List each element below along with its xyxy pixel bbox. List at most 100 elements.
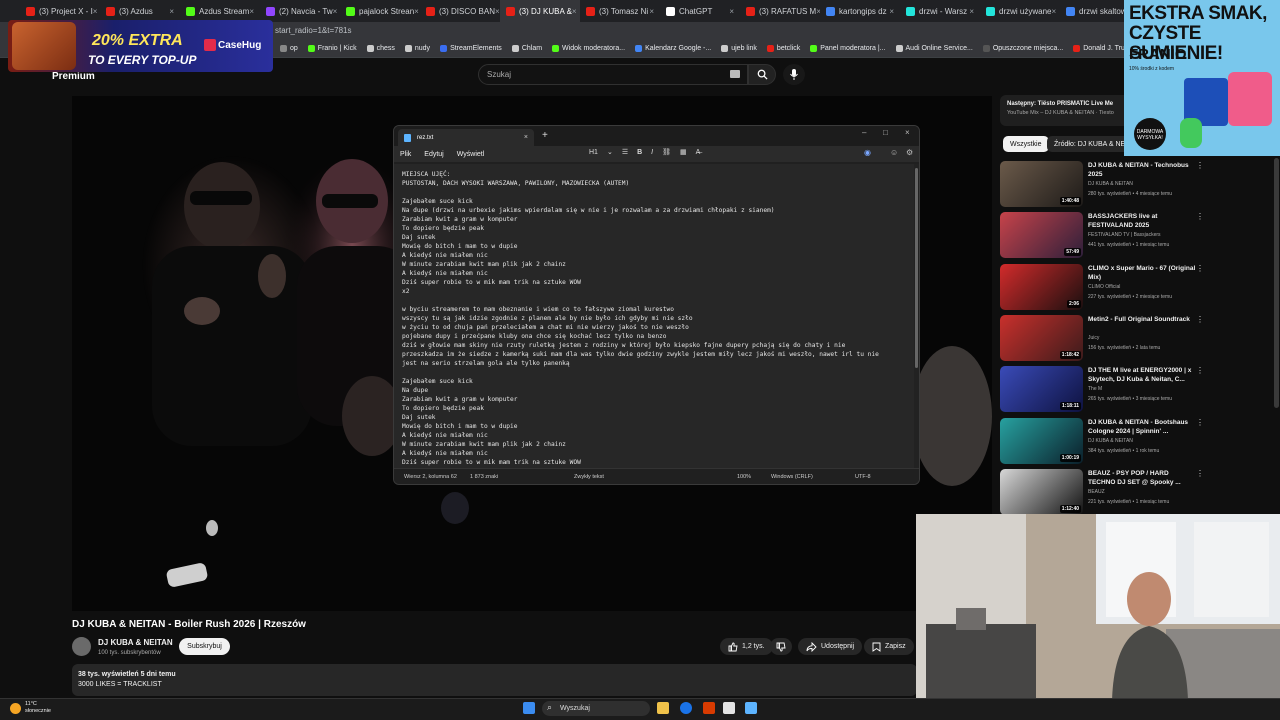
notepad-taskbar-icon[interactable] (745, 702, 757, 714)
rec-channel[interactable]: The M (1088, 386, 1102, 392)
scrollbar-thumb[interactable] (915, 168, 918, 368)
app-icon-white[interactable] (723, 702, 735, 714)
close-tab-icon[interactable]: × (649, 7, 654, 16)
more-options-icon[interactable]: ⋮ (1196, 161, 1204, 170)
file-explorer-icon[interactable] (657, 702, 669, 714)
rec-title[interactable]: Metin2 - Full Original Soundtrack (1088, 315, 1196, 324)
notepad-window[interactable]: rez.txt × + – □ × Plik Edytuj Wyświetl H… (393, 125, 920, 485)
channel-avatar[interactable] (72, 637, 91, 656)
more-options-icon[interactable]: ⋮ (1196, 366, 1204, 375)
link-icon[interactable]: ⛓ (662, 148, 671, 156)
windows-start-icon[interactable] (523, 702, 535, 714)
search-input[interactable]: Szukaj (478, 64, 748, 85)
recommended-video[interactable]: 2:06 CLIMO x Super Mario - 67 (Original M… (1000, 263, 1210, 311)
account-icon[interactable]: ☺ (890, 148, 898, 157)
more-options-icon[interactable]: ⋮ (1196, 315, 1204, 324)
youtube-premium-logo[interactable]: Premium (52, 71, 95, 82)
browser-tab[interactable]: drzwi używane × (980, 0, 1060, 22)
video-thumbnail[interactable]: 2:06 (1000, 263, 1083, 310)
rec-channel[interactable]: BEAUZ (1088, 489, 1105, 495)
weather-widget[interactable]: 11°C słonecznie (25, 701, 51, 715)
table-icon[interactable]: ▦ (680, 148, 687, 156)
recommended-video[interactable]: 1:18:11 DJ THE M live at ENERGY2000 | x S… (1000, 366, 1210, 413)
recommended-video[interactable]: 1:18:42 Metin2 - Full Original Soundtrack… (1000, 314, 1210, 362)
browser-tab[interactable]: kartongips dz × (820, 0, 900, 22)
rec-title[interactable]: BEAUZ - PSY POP / HARD TECHNO DJ SET @ S… (1088, 469, 1196, 487)
autoplay-next-bar[interactable]: Następny: Tiësto PRISMATIC Live Me YouTu… (1000, 95, 1124, 126)
settings-gear-icon[interactable]: ⚙ (906, 148, 913, 157)
recommended-video[interactable]: 1:00:19 DJ KUBA & NEITAN - Bootshaus Colo… (1000, 417, 1210, 465)
rec-title[interactable]: BASSJACKERS live at FESTIVALAND 2025 (1088, 212, 1196, 230)
browser-tab[interactable]: (3) DJ KUBA & × (500, 0, 580, 22)
taskbar-search[interactable]: Wyszukaj (542, 701, 650, 716)
recommended-video[interactable]: 1:40:48 DJ KUBA & NEITAN - Technobus 2025… (1000, 161, 1210, 208)
bookmark-item[interactable]: Franio | Kick (307, 45, 357, 52)
notepad-tab[interactable]: rez.txt × (398, 129, 534, 146)
save-button[interactable]: Zapisz (864, 638, 914, 655)
video-thumbnail[interactable]: 1:12:40 (1000, 468, 1083, 515)
voice-search-button[interactable] (783, 64, 805, 85)
close-tab-icon[interactable]: × (249, 7, 254, 16)
list-icon[interactable]: ☰ (622, 148, 628, 156)
browser-tab[interactable]: drzwi - Warsz × (900, 0, 980, 22)
bookmark-item[interactable]: Widok moderatora... (552, 45, 625, 52)
rec-title[interactable]: CLIMO x Super Mario - 67 (Original Mix) (1088, 264, 1196, 282)
channel-name[interactable]: DJ KUBA & NEITAN (98, 638, 173, 647)
menu-view[interactable]: Wyświetl (457, 151, 485, 158)
subscribe-button[interactable]: Subskrybuj (179, 638, 230, 655)
maximize-icon[interactable]: □ (883, 128, 888, 137)
more-options-icon[interactable]: ⋮ (1196, 264, 1204, 273)
close-tab-icon[interactable]: × (969, 7, 974, 16)
close-tab-icon[interactable]: × (169, 7, 174, 16)
notepad-scrollbar[interactable] (914, 164, 919, 468)
bookmark-item[interactable]: Audi Online Service... (895, 45, 973, 52)
close-tab-icon[interactable]: × (333, 7, 338, 16)
close-tab-icon[interactable]: × (93, 7, 98, 16)
search-button[interactable] (748, 64, 776, 85)
recommended-video[interactable]: 1:12:40 BEAUZ - PSY POP / HARD TECHNO DJ … (1000, 468, 1210, 516)
rec-channel[interactable]: DJ KUBA & NEITAN (1088, 181, 1133, 187)
more-options-icon[interactable]: ⋮ (1196, 469, 1204, 478)
page-scrollbar[interactable] (1274, 158, 1279, 408)
bookmark-item[interactable]: op (280, 45, 298, 52)
rec-title[interactable]: DJ THE M live at ENERGY2000 | x Skytech,… (1088, 366, 1196, 384)
rec-channel[interactable]: FESTIVALAND TV | Bassjackers (1088, 232, 1161, 238)
bookmark-item[interactable]: Opuszczone miejsca... (982, 45, 1063, 52)
browser-tab[interactable]: (3) RAFATUS M × (740, 0, 820, 22)
bold-icon[interactable]: B (637, 149, 642, 156)
copilot-icon[interactable]: ◉ (864, 148, 871, 157)
bookmark-item[interactable]: Kalendarz Google -... (635, 45, 711, 52)
video-thumbnail[interactable]: 1:18:11 (1000, 366, 1083, 413)
bookmark-item[interactable]: ujeb link (721, 45, 757, 52)
bookmark-item[interactable]: Chlam (511, 45, 542, 52)
rec-channel[interactable]: CLIMO Official (1088, 284, 1120, 290)
rec-title[interactable]: DJ KUBA & NEITAN - Bootshaus Cologne 202… (1088, 418, 1196, 436)
close-tab-icon[interactable]: × (729, 7, 734, 16)
description-box[interactable]: 38 tys. wyświetleń 5 dni temu 3000 LIKES… (72, 664, 917, 696)
video-thumbnail[interactable]: 57:49 (1000, 212, 1083, 259)
dislike-button[interactable] (770, 638, 792, 655)
close-tab-icon[interactable]: × (414, 7, 419, 16)
minimize-icon[interactable]: – (862, 128, 866, 137)
bookmark-item[interactable]: betclick (766, 45, 800, 52)
browser-tab[interactable]: Azdus Stream × (180, 0, 260, 22)
bookmark-item[interactable]: StreamElements (440, 45, 502, 52)
browser-tab[interactable]: (3) Tomasz Ni × (580, 0, 660, 22)
close-tab-icon[interactable]: × (1051, 7, 1056, 16)
notepad-text-area[interactable]: MIEJSCA UJĘĆ: PUSTOSTAN, DACH WYSOKI WAR… (394, 164, 914, 468)
casehug-ad-banner[interactable]: 20% EXTRA TO EVERY TOP-UP CaseHug (8, 20, 273, 72)
recommended-video[interactable]: 57:49 BASSJACKERS live at FESTIVALAND 202… (1000, 212, 1210, 259)
rec-channel[interactable]: Juicy (1088, 335, 1099, 341)
bookmark-item[interactable]: nudy (404, 45, 430, 52)
close-tab-icon[interactable]: × (524, 134, 528, 141)
filter-chip-source[interactable]: Źródło: DJ KUBA & NE (1047, 136, 1133, 152)
rec-title[interactable]: DJ KUBA & NEITAN - Technobus 2025 (1088, 161, 1196, 179)
app-icon-red[interactable] (703, 702, 715, 714)
browser-tab[interactable]: pajalock Strean × (340, 0, 420, 22)
window-close-icon[interactable]: × (905, 128, 910, 137)
close-tab-icon[interactable]: × (889, 7, 894, 16)
more-options-icon[interactable]: ⋮ (1196, 212, 1204, 221)
menu-file[interactable]: Plik (400, 151, 411, 158)
browser-tab[interactable]: ChatGPT × (660, 0, 740, 22)
share-button[interactable]: Udostępnij (798, 638, 863, 655)
